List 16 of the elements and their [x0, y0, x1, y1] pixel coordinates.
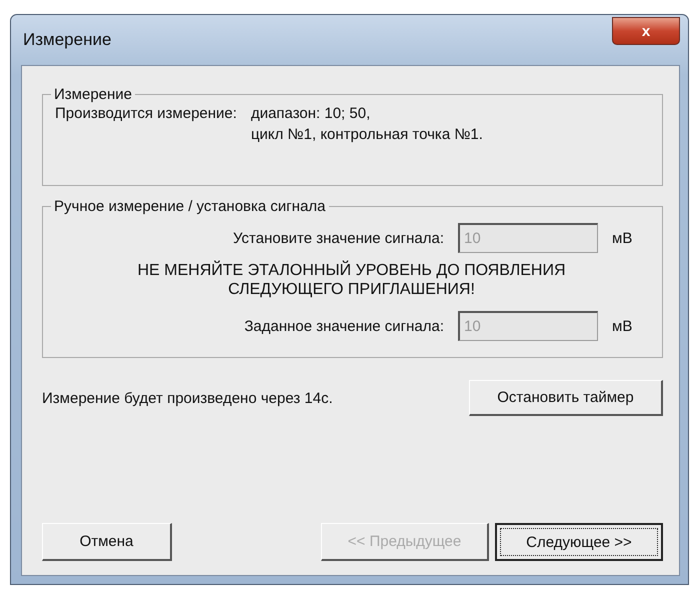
- group-title: Измерение: [53, 86, 134, 103]
- measurement-detail: диапазон: 10; 50,: [250, 105, 372, 122]
- field-label: Заданное значение сигнала:: [244, 318, 444, 335]
- unit-label: мВ: [612, 318, 634, 335]
- measurement-detail: цикл №1, контрольная точка №1.: [250, 126, 483, 143]
- countdown-text: Измерение будет произведено через 14с.: [42, 390, 333, 407]
- window-title: Измерение: [22, 30, 112, 50]
- measurement-label: Производится измерение:: [55, 105, 237, 124]
- close-button[interactable]: x: [612, 17, 680, 45]
- warning-text: НЕ МЕНЯЙТЕ ЭТАЛОННЫЙ УРОВЕНЬ ДО ПОЯВЛЕНИЯ СЛЕДУЮЩЕГО ПРИГЛАШЕНИЯ!: [136, 261, 567, 300]
- wizard-button[interactable]: Следующее >>: [495, 523, 663, 561]
- stop-timer-button[interactable]: Остановить таймер: [469, 380, 663, 416]
- wizard-button[interactable]: Отмена: [42, 523, 172, 561]
- field-label: Установите значение сигнала:: [233, 230, 444, 246]
- unit-label: мВ: [612, 230, 634, 246]
- group-title: Ручное измерение / установка сигнала: [53, 198, 327, 215]
